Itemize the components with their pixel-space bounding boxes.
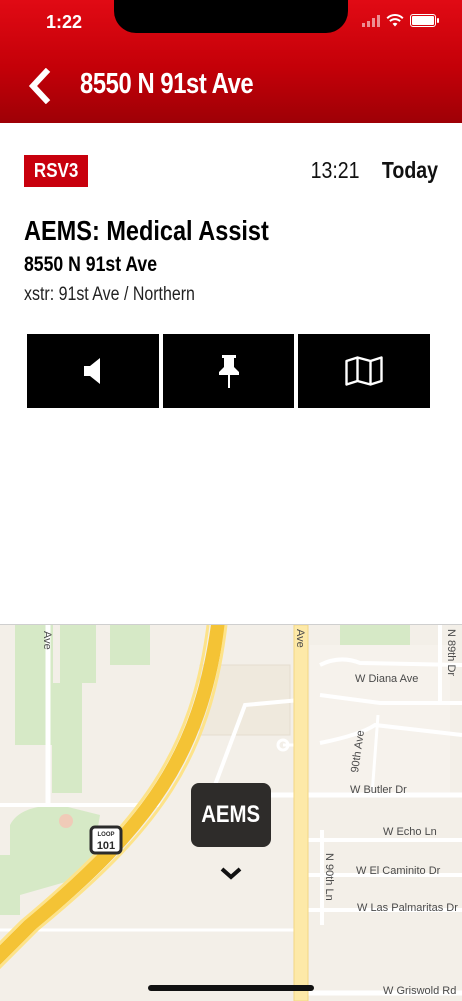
battery-icon (410, 14, 439, 27)
marker-label: AEMS (201, 801, 261, 828)
map-button[interactable] (298, 334, 431, 408)
street-label: Ave (41, 631, 53, 650)
park-area (110, 625, 150, 665)
call-time: 13:21 (311, 157, 360, 183)
call-time-row: 13:21 Today (302, 157, 438, 184)
call-type: AEMS: Medical Assist (24, 215, 269, 246)
loop-101-shield: LOOP 101 (89, 825, 123, 855)
unit-badge: RSV3 (24, 155, 89, 187)
call-day: Today (381, 157, 438, 183)
action-bar (27, 334, 431, 408)
chevron-left-icon (28, 68, 51, 104)
park-area (52, 683, 82, 793)
street-label: W Diana Ave (355, 673, 418, 685)
app-header: 1:22 8550 N 91st Ave (0, 0, 462, 123)
street-label: W Echo Ln (383, 826, 437, 838)
status-time: 1:22 (46, 12, 83, 32)
park-area (60, 625, 96, 683)
shield-top-label: LOOP (97, 832, 114, 838)
street-label: N 90th Ln (323, 853, 335, 901)
speaker-icon (83, 358, 100, 384)
pin-icon (218, 355, 239, 388)
home-indicator[interactable] (148, 985, 314, 991)
signal-icon (362, 14, 380, 27)
street-label: W Las Palmaritas Dr (357, 902, 458, 914)
wifi-icon (386, 14, 404, 27)
street-label: W Griswold Rd (383, 985, 456, 997)
page-title: 8550 N 91st Ave (80, 68, 254, 100)
cross-streets: xstr: 91st Ave / Northern (24, 284, 195, 305)
map-icon (345, 356, 383, 386)
speak-button[interactable] (27, 334, 159, 408)
avenue-road (293, 625, 309, 1001)
back-button[interactable] (22, 66, 56, 106)
street-label: Ave (294, 629, 306, 648)
collapse-map-button[interactable] (216, 862, 246, 884)
device-notch (114, 0, 348, 33)
shield-number-label: 101 (97, 840, 115, 852)
status-icons (362, 14, 439, 27)
street-label: N 89th Dr (445, 629, 457, 676)
chevron-down-icon (220, 867, 242, 880)
street-label: W El Caminito Dr (356, 865, 441, 877)
pin-button[interactable] (162, 334, 295, 408)
park-area (0, 855, 20, 915)
incident-marker[interactable]: AEMS (191, 783, 271, 847)
street-label: W Butler Dr (350, 784, 407, 796)
call-address: 8550 N 91st Ave (24, 253, 158, 276)
unit-badge-label: RSV3 (33, 159, 79, 182)
